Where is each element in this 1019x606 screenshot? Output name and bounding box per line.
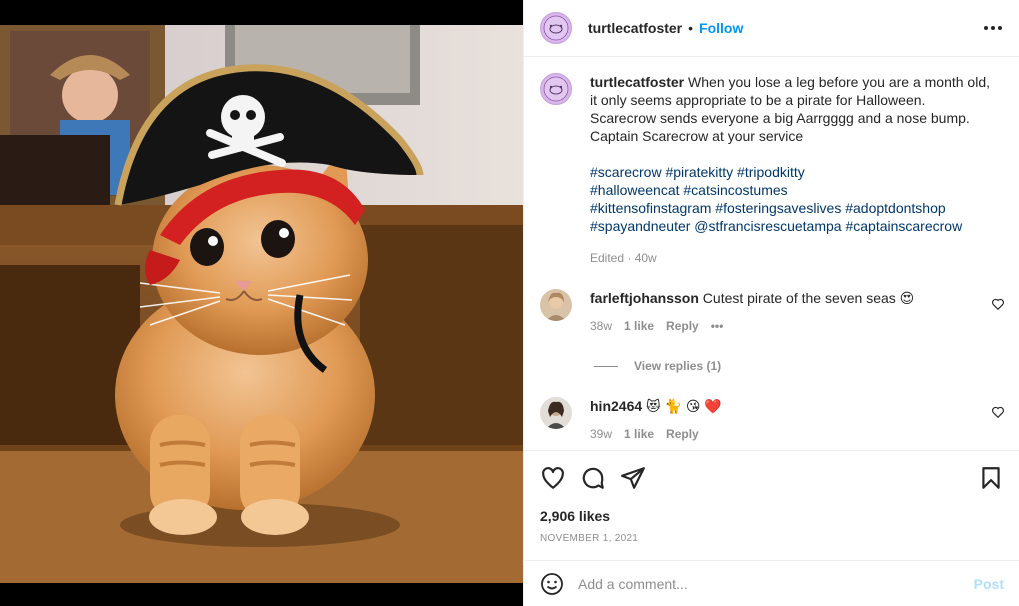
hashtag-line[interactable]: #halloweencat #catsincostumes (590, 181, 990, 199)
add-comment-bar: Post (524, 560, 1019, 606)
header-username[interactable]: turtlecatfoster (588, 20, 682, 36)
comment-text: Cutest pirate of the seven seas 😍 (702, 290, 915, 306)
comment-meta: 38w 1 like Reply ••• (590, 319, 1005, 333)
caption-line: When you lose a leg before you are a mon… (688, 74, 990, 90)
likes-count[interactable]: 2,906 likes (540, 508, 610, 524)
comment-options-button[interactable]: ••• (711, 319, 724, 333)
commenter-avatar[interactable] (540, 397, 572, 429)
comment-body: farleftjohansson Cutest pirate of the se… (590, 289, 1005, 333)
caption-avatar[interactable] (540, 73, 572, 105)
emoji-smiley-icon[interactable] (540, 572, 564, 596)
comment-username[interactable]: farleftjohansson (590, 290, 699, 306)
kitten-photo (0, 25, 523, 583)
turtlecat-logo-icon (543, 15, 569, 41)
caption-body: turtlecatfoster When you lose a leg befo… (590, 73, 990, 267)
comments-area[interactable]: turtlecatfoster When you lose a leg befo… (524, 57, 1019, 450)
comment-likes[interactable]: 1 like (624, 427, 654, 441)
caption-line: Captain Scarecrow at your service (590, 128, 804, 144)
comment-text: 😻 🐈 😘 ❤️ (646, 398, 722, 414)
comment-time[interactable]: 38w (590, 319, 612, 333)
comment-likes[interactable]: 1 like (624, 319, 654, 333)
post-header: turtlecatfoster • Follow (524, 0, 1019, 57)
post-media (0, 0, 523, 606)
commenter-avatar[interactable] (540, 289, 572, 321)
account-avatar[interactable] (540, 12, 572, 44)
comment-item: hin2464 😻 🐈 😘 ❤️ 39w 1 like Reply (540, 397, 1005, 441)
turtlecat-logo-icon (543, 76, 569, 102)
save-bookmark-icon[interactable] (978, 465, 1004, 491)
hashtag-block: #scarecrow #piratekitty #tripodkitty #ha… (590, 163, 990, 235)
edited-timestamp: Edited · 40w (590, 251, 657, 265)
replies-divider (594, 365, 618, 367)
comment-time[interactable]: 39w (590, 427, 612, 441)
user-avatar-icon (540, 289, 572, 321)
post-photo[interactable] (0, 25, 523, 583)
hashtag-line[interactable]: #scarecrow #piratekitty #tripodkitty (590, 163, 990, 181)
comment-input[interactable] (578, 575, 974, 592)
instagram-post: turtlecatfoster • Follow turtlecatfoster… (0, 0, 1019, 606)
view-replies-label: View replies (1) (634, 359, 722, 373)
like-heart-icon[interactable] (540, 465, 566, 491)
share-send-icon[interactable] (620, 465, 646, 491)
comment-body: hin2464 😻 🐈 😘 ❤️ 39w 1 like Reply (590, 397, 1005, 441)
comment-item: farleftjohansson Cutest pirate of the se… (540, 289, 1005, 333)
post-actions: 2,906 likes NOVEMBER 1, 2021 (524, 450, 1019, 560)
post-date[interactable]: NOVEMBER 1, 2021 (540, 533, 638, 544)
hashtag-line[interactable]: #kittensofinstagram #fosteringsaveslives… (590, 199, 990, 217)
hashtag-line[interactable]: #spayandneuter @stfrancisrescuetampa #ca… (590, 217, 990, 235)
caption-username[interactable]: turtlecatfoster (590, 74, 684, 90)
post-side-panel: turtlecatfoster • Follow turtlecatfoster… (523, 0, 1019, 606)
caption-line: it only seems appropriate to be a pirate… (590, 92, 926, 108)
post-comment-button[interactable]: Post (974, 576, 1004, 592)
more-options-button[interactable] (982, 17, 1004, 39)
header-separator: • (688, 20, 694, 36)
reply-button[interactable]: Reply (666, 319, 699, 333)
comment-meta: 39w 1 like Reply (590, 427, 1005, 441)
comment-like-icon[interactable] (991, 405, 1005, 419)
comment-bubble-icon[interactable] (580, 465, 606, 491)
user-avatar-icon (540, 397, 572, 429)
caption-line: Scarecrow sends everyone a big Aarrgggg … (590, 110, 970, 126)
view-replies-button[interactable]: View replies (1) (594, 359, 721, 373)
comment-like-icon[interactable] (991, 297, 1005, 311)
comment-username[interactable]: hin2464 (590, 398, 642, 414)
reply-button[interactable]: Reply (666, 427, 699, 441)
follow-button[interactable]: Follow (699, 20, 743, 36)
more-horizontal-icon (984, 26, 1002, 30)
post-caption: turtlecatfoster When you lose a leg befo… (540, 73, 1005, 267)
